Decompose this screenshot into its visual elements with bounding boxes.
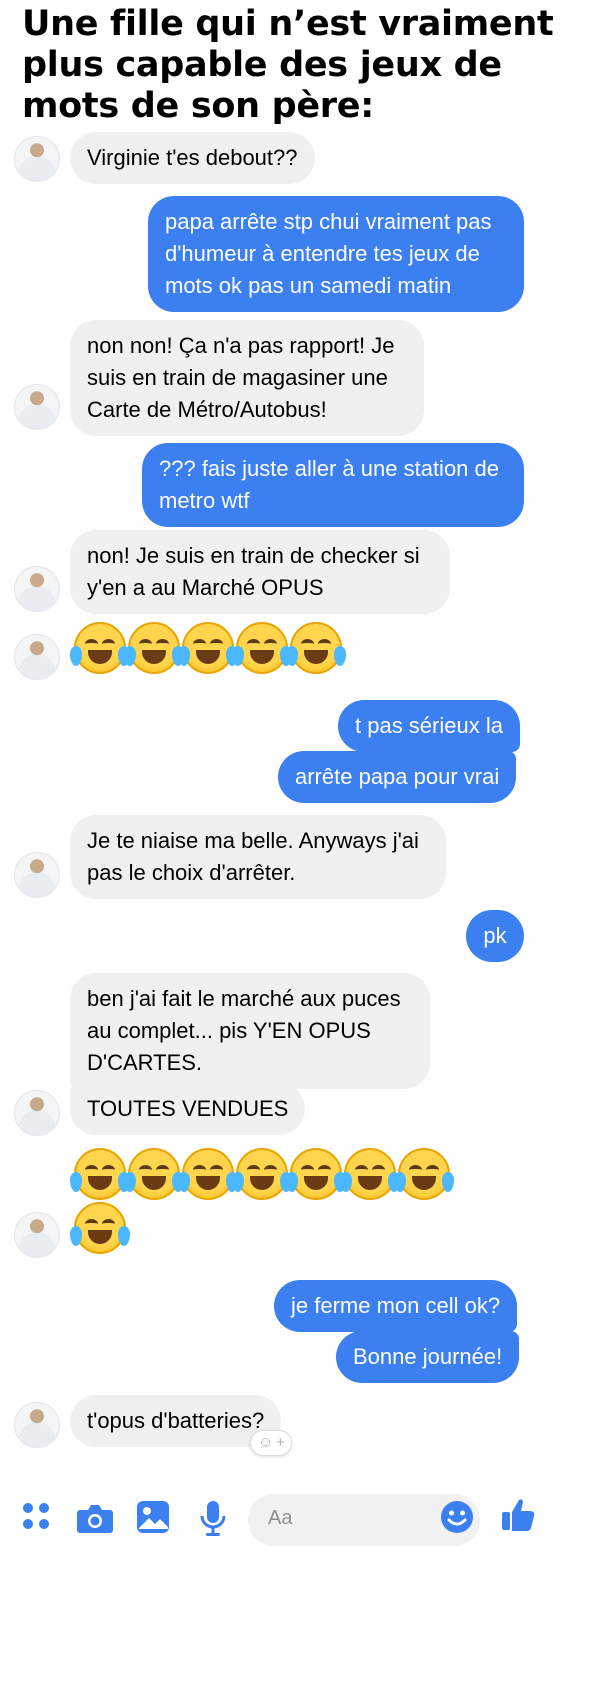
message-text: je ferme mon cell ok? xyxy=(291,1293,501,1318)
message-text: Bonne journée! xyxy=(353,1344,503,1369)
plus-icon: + xyxy=(276,1434,285,1451)
laughing-emoji-icon xyxy=(232,622,292,674)
message-line: non! Je suis en train de checker si xyxy=(87,543,420,568)
outgoing-message[interactable]: arrête papa pour vrai xyxy=(278,751,517,803)
avatar[interactable] xyxy=(14,1212,60,1258)
message-line: ben j'ai fait le marché aux puces xyxy=(87,986,401,1011)
camera-icon[interactable] xyxy=(76,1502,114,1534)
message-line: Je te niaise ma belle. Anyways j'ai xyxy=(87,828,419,853)
message-line: metro wtf xyxy=(159,488,250,513)
incoming-message[interactable]: Virginie t'es debout?? xyxy=(70,132,315,184)
message-line: mots ok pas un samedi matin xyxy=(165,273,452,298)
laughing-emoji-icon xyxy=(232,1148,292,1200)
smiley-icon: ☺ xyxy=(258,1434,274,1451)
avatar[interactable] xyxy=(14,634,60,680)
message-text: pk xyxy=(483,923,507,948)
laughing-emoji-icon xyxy=(178,622,238,674)
incoming-message[interactable]: Je te niaise ma belle. Anyways j'ai pas … xyxy=(70,815,446,899)
message-line: y'en a au Marché OPUS xyxy=(87,575,324,600)
message-line: ??? fais juste aller à une station de xyxy=(159,456,500,481)
message-text: TOUTES VENDUES xyxy=(87,1096,289,1121)
outgoing-message[interactable]: t pas sérieux la xyxy=(338,700,520,752)
laughing-emoji-icon xyxy=(394,1148,454,1200)
message-text: arrête papa pour vrai xyxy=(295,764,500,789)
add-reaction-button[interactable]: ☺ + xyxy=(250,1430,292,1456)
message-line: Carte de Métro/Autobus! xyxy=(87,397,327,422)
message-input-placeholder: Aa xyxy=(268,1507,293,1529)
message-text: t'opus d'batteries? xyxy=(87,1408,265,1433)
outgoing-message[interactable]: pk xyxy=(466,910,524,962)
avatar[interactable] xyxy=(14,852,60,898)
message-line: non non! Ça n'a pas rapport! Je xyxy=(87,333,395,358)
laughing-emoji-icon xyxy=(70,1148,130,1200)
laughing-emoji-icon xyxy=(70,622,130,674)
message-line: suis en train de magasiner une xyxy=(87,365,388,390)
avatar[interactable] xyxy=(14,1090,60,1136)
avatar[interactable] xyxy=(14,566,60,612)
message-text: t pas sérieux la xyxy=(355,713,503,738)
avatar[interactable] xyxy=(14,136,60,182)
gallery-icon[interactable] xyxy=(136,1500,170,1534)
message-line: au complet... pis Y'EN OPUS xyxy=(87,1018,371,1043)
emoji-icon[interactable] xyxy=(440,1500,474,1534)
outgoing-message[interactable]: je ferme mon cell ok? xyxy=(274,1280,518,1332)
laughing-emoji-icon xyxy=(70,1202,130,1254)
laughing-emoji-icon xyxy=(286,1148,346,1200)
outgoing-message[interactable]: papa arrête stp chui vraiment pas d'hume… xyxy=(148,196,524,312)
outgoing-message[interactable]: ??? fais juste aller à une station de me… xyxy=(142,443,524,527)
laughing-emoji-icon xyxy=(178,1148,238,1200)
thumbs-up-icon[interactable] xyxy=(500,1496,538,1534)
message-line: papa arrête stp chui vraiment pas xyxy=(165,209,492,234)
apps-icon[interactable] xyxy=(20,1500,52,1532)
avatar[interactable] xyxy=(14,1402,60,1448)
message-line: d'humeur à entendre tes jeux de xyxy=(165,241,480,266)
message-line: pas le choix d'arrêter. xyxy=(87,860,296,885)
avatar[interactable] xyxy=(14,384,60,430)
microphone-icon[interactable] xyxy=(198,1500,228,1538)
laughing-emoji-icon xyxy=(124,622,184,674)
incoming-message[interactable]: non! Je suis en train de checker si y'en… xyxy=(70,530,450,614)
incoming-message[interactable]: non non! Ça n'a pas rapport! Je suis en … xyxy=(70,320,424,436)
message-line: D'CARTES. xyxy=(87,1050,203,1075)
incoming-message[interactable]: ben j'ai fait le marché aux puces au com… xyxy=(70,973,430,1089)
laughing-emoji-icon xyxy=(286,622,346,674)
outgoing-message[interactable]: Bonne journée! xyxy=(336,1331,520,1383)
page-title: Une fille qui n’est vraiment plus capabl… xyxy=(22,4,554,126)
incoming-message[interactable]: TOUTES VENDUES xyxy=(70,1083,306,1135)
message-text: Virginie t'es debout?? xyxy=(87,145,298,170)
laughing-emoji-icon xyxy=(124,1148,184,1200)
laughing-emoji-icon xyxy=(340,1148,400,1200)
